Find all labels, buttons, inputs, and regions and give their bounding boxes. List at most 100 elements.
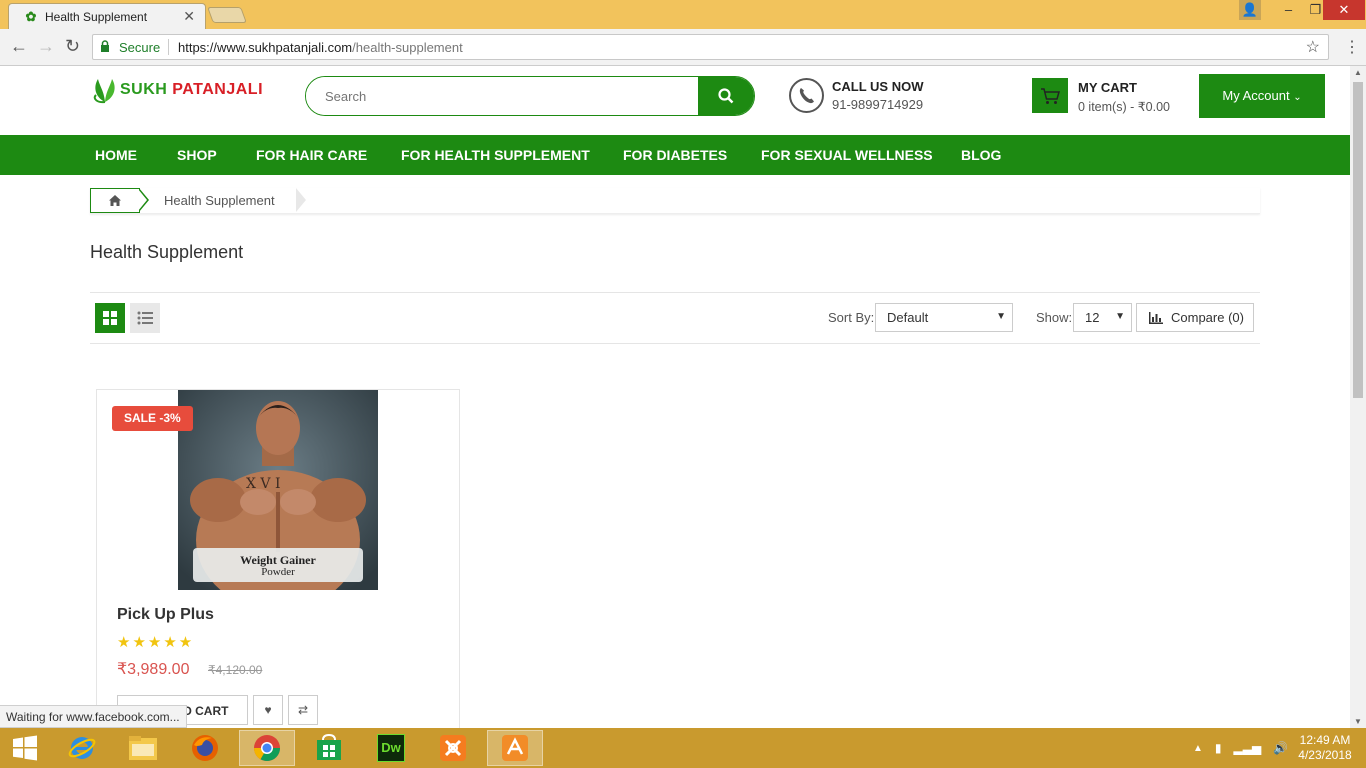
site-logo[interactable]: SUKH PATANJALI [90, 72, 263, 108]
windows-taskbar: Dw ▲ ▮ ▂▃▅ 🔊 12:49 AM 4/23/2018 [0, 728, 1366, 768]
bookmark-star-icon[interactable]: ☆ [1306, 37, 1320, 57]
omnibox-separator [168, 39, 169, 55]
bar-chart-icon [1149, 311, 1163, 324]
url-base: https://www.sukhpatanjali.com [178, 40, 353, 55]
rating-stars: ★★★★★ [117, 634, 195, 651]
chrome-icon[interactable] [239, 730, 295, 766]
forward-arrow-icon[interactable]: → [37, 36, 55, 57]
search-button[interactable] [698, 77, 754, 115]
address-bar[interactable]: Secure https://www.sukhpatanjali.com/hea… [92, 34, 1329, 60]
url-path: /health-supplement [352, 40, 463, 55]
product-image[interactable]: X V I Weight Gainer Powder [178, 390, 378, 590]
breadcrumb-end-arrow [296, 188, 306, 212]
sort-select-value: Default [887, 310, 929, 325]
call-us-number[interactable]: 91-9899714929 [832, 97, 923, 112]
new-tab-button[interactable] [207, 7, 247, 23]
lock-icon [101, 40, 109, 52]
nav-shop[interactable]: SHOP [177, 147, 217, 163]
reload-icon[interactable]: ↻ [65, 36, 80, 57]
my-cart-title: MY CART [1078, 80, 1137, 95]
tab-close-icon[interactable]: ✕ [183, 8, 195, 25]
show-select-value: 12 [1085, 310, 1100, 325]
compare-icon: ⇄ [297, 703, 309, 717]
browser-tab-active[interactable]: ✿ Health Supplement ✕ [8, 3, 206, 29]
page-scrollbar[interactable]: ▲ ▼ [1350, 66, 1366, 728]
show-label: Show: [1036, 310, 1073, 325]
firefox-icon[interactable] [177, 730, 233, 766]
breadcrumb-current: Health Supplement [164, 193, 275, 208]
search-input[interactable] [306, 77, 699, 115]
signal-icon[interactable]: ▂▃▅ [1234, 741, 1262, 755]
browser-titlebar: ✿ Health Supplement ✕ 👤 – ❐ ✕ [0, 0, 1366, 29]
image-caption-2: Powder [261, 566, 295, 578]
nav-health-supplement[interactable]: FOR HEALTH SUPPLEMENT [401, 147, 590, 163]
minimize-button[interactable]: – [1275, 0, 1302, 20]
sort-by-label: Sort By: [828, 310, 875, 325]
nav-blog[interactable]: BLOG [961, 147, 1001, 163]
heart-icon: ♥ [264, 703, 272, 717]
start-button[interactable] [0, 730, 50, 766]
my-account-label: My Account [1222, 88, 1290, 103]
internet-explorer-icon[interactable] [54, 730, 110, 766]
nav-home[interactable]: HOME [95, 147, 137, 163]
scroll-down-arrow-icon[interactable]: ▼ [1354, 717, 1362, 726]
nav-diabetes[interactable]: FOR DIABETES [623, 147, 727, 163]
system-tray: ▲ ▮ ▂▃▅ 🔊 [1193, 728, 1288, 768]
close-window-button[interactable]: ✕ [1323, 0, 1365, 20]
leaf-logo-icon [93, 79, 115, 104]
back-arrow-icon[interactable]: ← [10, 36, 28, 57]
app-icon-orange[interactable] [487, 730, 543, 766]
list-icon [137, 311, 153, 325]
url-text[interactable]: https://www.sukhpatanjali.com/health-sup… [178, 40, 463, 55]
phone-icon [789, 78, 824, 113]
browser-menu-icon[interactable]: ⋮ [1344, 37, 1360, 57]
windows-store-icon[interactable] [301, 730, 357, 766]
search-icon [718, 88, 734, 104]
list-view-button[interactable] [130, 303, 160, 333]
divider [90, 343, 1260, 344]
my-account-button[interactable]: My Account ⌄ [1199, 74, 1325, 118]
sale-badge: SALE -3% [112, 406, 193, 431]
browser-status-bar: Waiting for www.facebook.com... [0, 705, 187, 728]
web-page: SUKH PATANJALI CALL US NOW 91-9899714929 [0, 66, 1350, 728]
logo-text-sukh: SUKH [120, 81, 168, 98]
tray-expand-icon[interactable]: ▲ [1193, 743, 1203, 754]
cart-summary: 0 item(s) - ₹0.00 [1078, 100, 1171, 114]
product-card[interactable]: X V I Weight Gainer Powder SALE -3% Pick… [96, 389, 460, 728]
cart-icon[interactable] [1032, 78, 1068, 113]
compare-button[interactable]: Compare (0) [1136, 303, 1254, 332]
grid-view-button[interactable] [95, 303, 125, 333]
clock-date: 4/23/2018 [1298, 748, 1352, 762]
scroll-up-arrow-icon[interactable]: ▲ [1354, 68, 1362, 77]
clock-time: 12:49 AM [1299, 733, 1351, 747]
breadcrumb: Health Supplement [90, 188, 1260, 214]
compare-product-button[interactable]: ⇄ [288, 695, 318, 725]
caret-down-icon: ▼ [1115, 311, 1125, 322]
chevron-down-icon: ⌄ [1293, 92, 1302, 103]
address-toolbar: ← → ↻ Secure https://www.sukhpatanjali.c… [0, 29, 1366, 66]
dreamweaver-icon[interactable]: Dw [363, 730, 419, 766]
caret-down-icon: ▼ [996, 311, 1006, 322]
show-select[interactable]: 12 ▼ [1073, 303, 1132, 332]
nav-sexual-wellness[interactable]: FOR SEXUAL WELLNESS [761, 147, 933, 163]
breadcrumb-home[interactable] [90, 188, 140, 213]
xampp-icon[interactable] [425, 730, 481, 766]
product-price: ₹3,989.00 [117, 661, 190, 678]
main-nav: HOME SHOP FOR HAIR CARE FOR HEALTH SUPPL… [0, 135, 1350, 175]
leaf-favicon-icon: ✿ [25, 9, 37, 24]
system-clock[interactable]: 12:49 AM 4/23/2018 [1290, 733, 1360, 763]
sort-select[interactable]: Default ▼ [875, 303, 1013, 332]
user-profile-icon[interactable]: 👤 [1239, 0, 1261, 20]
page-title: Health Supplement [90, 242, 244, 262]
product-name[interactable]: Pick Up Plus [117, 606, 214, 624]
divider [90, 292, 1260, 293]
volume-icon[interactable]: 🔊 [1273, 741, 1288, 755]
home-icon [109, 195, 121, 206]
nav-hair-care[interactable]: FOR HAIR CARE [256, 147, 367, 163]
battery-icon[interactable]: ▮ [1215, 741, 1222, 755]
secure-label: Secure [119, 40, 161, 55]
scroll-thumb[interactable] [1353, 82, 1363, 398]
file-explorer-icon[interactable] [115, 730, 171, 766]
wishlist-button[interactable]: ♥ [253, 695, 283, 725]
grid-icon [103, 311, 117, 325]
